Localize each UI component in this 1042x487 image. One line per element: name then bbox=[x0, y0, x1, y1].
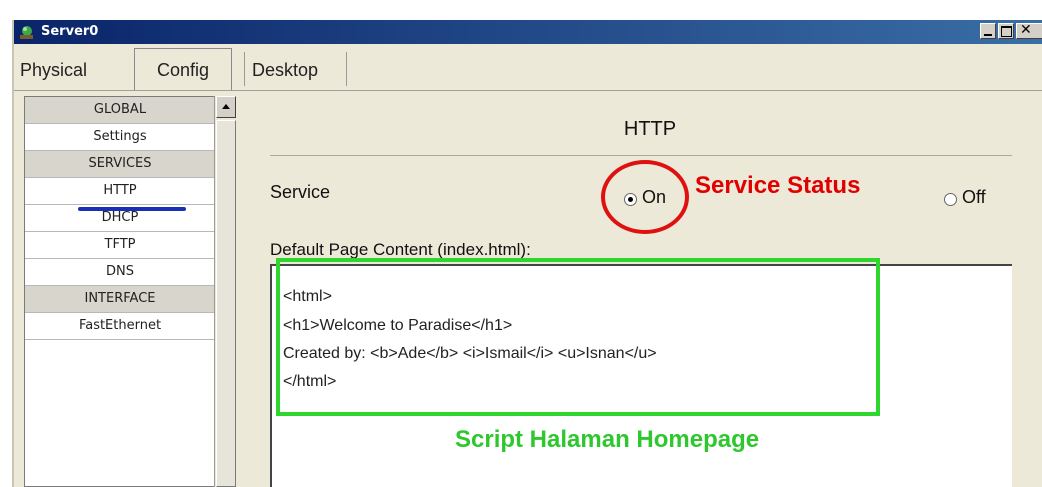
window-title: Server0 bbox=[41, 24, 99, 39]
script-homepage-annotation: Script Halaman Homepage bbox=[455, 426, 760, 453]
tab-physical[interactable]: Physical bbox=[20, 52, 126, 88]
maximize-icon bbox=[1001, 26, 1012, 37]
sidebar-header-services: SERVICES bbox=[25, 151, 215, 178]
sidebar-item-tftp[interactable]: TFTP bbox=[25, 232, 215, 259]
maximize-button[interactable] bbox=[998, 23, 1014, 39]
tab-divider bbox=[346, 52, 347, 86]
config-sidebar-list: GLOBAL Settings SERVICES HTTP DHCP TFTP … bbox=[24, 96, 215, 487]
scroll-up-button[interactable] bbox=[216, 96, 236, 118]
panel-divider bbox=[270, 155, 1012, 156]
sidebar-item-dns[interactable]: DNS bbox=[25, 259, 215, 286]
sidebar-header-interface: INTERFACE bbox=[25, 286, 215, 313]
service-off-label[interactable]: Off bbox=[962, 187, 986, 208]
sidebar-header-global: GLOBAL bbox=[25, 97, 215, 124]
close-button[interactable]: ✕ bbox=[1016, 22, 1042, 39]
http-underline-annotation bbox=[78, 207, 186, 211]
minimize-button[interactable] bbox=[980, 23, 996, 39]
title-bar[interactable]: Server0 ✕ bbox=[14, 20, 1042, 44]
sidebar-item-settings[interactable]: Settings bbox=[25, 124, 215, 151]
scroll-thumb[interactable] bbox=[216, 120, 236, 487]
minimize-icon bbox=[984, 34, 992, 36]
service-off-radio[interactable] bbox=[944, 193, 957, 206]
panel-title: HTTP bbox=[623, 118, 677, 140]
service-status-annotation: Service Status bbox=[695, 172, 861, 199]
sidebar-item-fastethernet[interactable]: FastEthernet bbox=[25, 313, 215, 340]
chevron-up-icon bbox=[222, 104, 230, 109]
tab-bar: Physical Config Desktop bbox=[14, 46, 1042, 91]
sidebar-scrollbar[interactable] bbox=[214, 96, 237, 487]
service-status-circle-annotation bbox=[601, 160, 689, 234]
tab-desktop[interactable]: Desktop bbox=[252, 52, 346, 88]
close-icon: ✕ bbox=[1020, 22, 1032, 38]
default-page-content-label: Default Page Content (index.html): bbox=[270, 240, 531, 259]
tab-divider bbox=[244, 52, 245, 86]
script-box-annotation bbox=[276, 258, 880, 416]
server-icon bbox=[18, 23, 36, 41]
tab-config[interactable]: Config bbox=[134, 48, 232, 90]
sidebar-item-http[interactable]: HTTP bbox=[25, 178, 215, 205]
service-label: Service bbox=[270, 182, 331, 202]
